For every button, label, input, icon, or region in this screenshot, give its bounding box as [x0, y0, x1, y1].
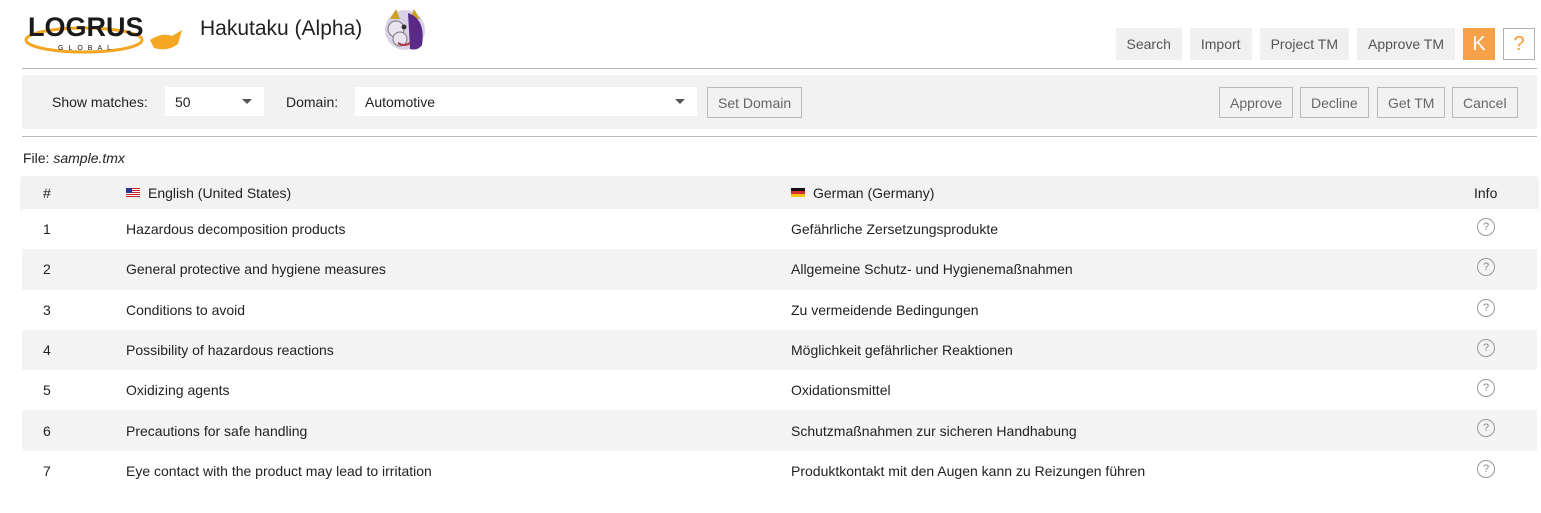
info-question-icon[interactable]: ?: [1477, 379, 1495, 398]
info-question-icon[interactable]: ?: [1477, 419, 1495, 438]
domain-value: Automotive: [365, 93, 436, 110]
us-flag-icon: [126, 188, 140, 197]
row-target-text: Möglichkeit gefährlicher Reaktionen: [791, 342, 1013, 359]
row-source-text: Hazardous decomposition products: [126, 221, 346, 238]
header-num: #: [43, 184, 51, 201]
row-num: 1: [43, 221, 51, 238]
header-target-label: German (Germany): [813, 184, 935, 201]
show-matches-value: 50: [175, 93, 191, 110]
tm-table: # English (United States) German (German…: [22, 176, 1537, 492]
chevron-down-icon: [242, 99, 252, 104]
app-header: LOGRUS GLOBAL Hakutaku (Alpha) Search Im…: [0, 0, 1541, 68]
file-name: sample.tmx: [53, 150, 125, 166]
info-question-icon[interactable]: ?: [1477, 218, 1495, 236]
row-num: 3: [43, 301, 51, 318]
table-row[interactable]: 6 Precautions for safe handling Schutzmaßn…: [22, 410, 1537, 451]
info-question-icon[interactable]: ?: [1477, 459, 1495, 478]
table-row[interactable]: 5 Oxidizing agents Oxidationsmittel?: [22, 370, 1537, 411]
logrus-global-logo[interactable]: LOGRUS GLOBAL: [22, 10, 190, 60]
domain-select[interactable]: Automotive: [355, 87, 697, 116]
row-source-text: Eye contact with the product may lead to…: [126, 462, 432, 479]
top-nav: Search Import Project TM Approve TM K ?: [1115, 28, 1535, 60]
approve-button[interactable]: Approve: [1219, 87, 1294, 118]
file-label: File:: [23, 150, 50, 166]
header-target: German (Germany): [791, 176, 934, 209]
nav-approve-tm-button[interactable]: Approve TM: [1357, 28, 1455, 60]
header-info: Info: [1474, 184, 1498, 201]
get-tm-button[interactable]: Get TM: [1377, 87, 1446, 118]
row-num: 4: [43, 342, 51, 359]
hakutaku-mascot-icon: [380, 5, 430, 55]
row-source-text: Precautions for safe handling: [126, 422, 308, 439]
help-button[interactable]: ?: [1503, 28, 1535, 60]
row-num: 7: [43, 462, 51, 479]
table-row[interactable]: 7 Eye contact with the product may lead t…: [22, 450, 1537, 492]
info-question-icon[interactable]: ?: [1477, 338, 1495, 357]
domain-label: Domain:: [286, 94, 339, 110]
row-source-text: Oxidizing agents: [126, 382, 230, 399]
table-row[interactable]: 4 Possibility of hazardous reactions Mögli…: [22, 329, 1537, 371]
show-matches-select[interactable]: 50: [165, 87, 264, 116]
nav-search-button[interactable]: Search: [1115, 28, 1182, 60]
table-row[interactable]: 2 General protective and hygiene measures…: [22, 249, 1537, 290]
svg-text:GLOBAL: GLOBAL: [58, 45, 116, 52]
row-target-text: Schutzmaßnahmen zur sicheren Handhabung: [791, 422, 1077, 439]
show-matches-label: Show matches:: [52, 94, 148, 110]
table-row[interactable]: 1 Hazardous decomposition products Gefährl…: [22, 209, 1537, 250]
row-target-text: Allgemeine Schutz- und Hygienemaßnahmen: [791, 261, 1073, 278]
row-num: 5: [43, 382, 51, 399]
user-avatar[interactable]: K: [1463, 28, 1495, 60]
header-source: English (United States): [126, 176, 291, 209]
row-target-text: Oxidationsmittel: [791, 382, 891, 399]
de-flag-icon: [791, 188, 805, 197]
toolbar-divider: [22, 136, 1537, 137]
row-target-text: Zu vermeidende Bedingungen: [791, 301, 979, 318]
nav-import-button[interactable]: Import: [1189, 28, 1252, 60]
file-info: File: sample.tmx: [23, 150, 125, 166]
decline-button[interactable]: Decline: [1300, 87, 1369, 118]
header-divider: [22, 68, 1537, 69]
row-num: 6: [43, 422, 51, 439]
header-source-label: English (United States): [148, 184, 292, 201]
table-body: 1 Hazardous decomposition products Gefährl…: [22, 209, 1537, 492]
matches-toolbar: Show matches: 50 Domain: Automotive Set …: [22, 75, 1537, 129]
cancel-button[interactable]: Cancel: [1452, 87, 1518, 118]
row-source-text: General protective and hygiene measures: [126, 261, 386, 278]
row-num: 2: [43, 261, 51, 278]
table-header: # English (United States) German (German…: [22, 176, 1537, 209]
row-target-text: Gefährliche Zersetzungsprodukte: [791, 221, 998, 238]
info-question-icon[interactable]: ?: [1477, 298, 1495, 317]
app-title: Hakutaku (Alpha): [200, 17, 363, 40]
table-row[interactable]: 3 Conditions to avoid Zu vermeidende Bedin…: [22, 289, 1537, 330]
svg-text:LOGRUS: LOGRUS: [28, 12, 144, 42]
nav-project-tm-button[interactable]: Project TM: [1259, 28, 1349, 60]
set-domain-button[interactable]: Set Domain: [707, 87, 803, 118]
row-target-text: Produktkontakt mit den Augen kann zu Rei…: [791, 462, 1146, 479]
info-question-icon[interactable]: ?: [1477, 258, 1495, 277]
row-source-text: Conditions to avoid: [126, 301, 246, 318]
row-source-text: Possibility of hazardous reactions: [126, 342, 334, 359]
chevron-down-icon: [675, 99, 685, 104]
